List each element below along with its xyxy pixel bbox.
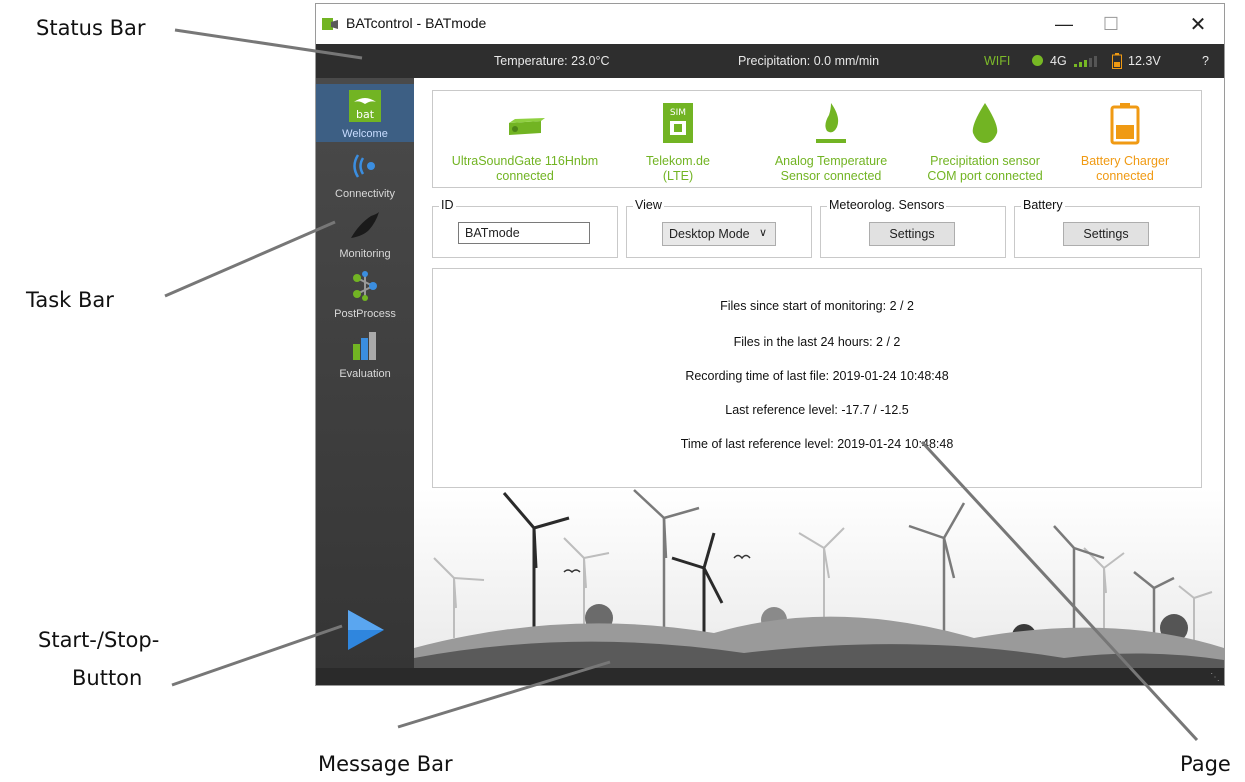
device-line2: connected [496,169,554,183]
view-select-value: Desktop Mode [669,227,750,241]
usb-device-icon [509,118,545,135]
signal-strength-icon [1074,56,1100,70]
bat-silhouette-icon [351,212,379,238]
task-monitoring[interactable]: Monitoring [316,204,414,262]
temperature-readout: Temperature: 23.0°C [494,54,610,68]
chevron-down-icon: ∨ [758,227,767,239]
task-label: Evaluation [339,368,391,380]
temperature-sensor-icon [816,103,846,143]
help-button[interactable]: ? [1202,54,1209,68]
sim-card-icon: SIM [663,103,693,143]
battery-status-icon [1112,53,1122,72]
time-last-reference-level: Time of last reference level: 2019-01-24… [680,437,954,451]
task-evaluation[interactable]: Evaluation [316,324,414,382]
id-field[interactable]: BATmode [458,222,590,244]
view-label: View [633,198,664,212]
bat-logo-icon: bat [349,90,381,122]
battery-group: Battery Settings [1014,198,1200,258]
device-line1: Battery Charger [1080,154,1170,168]
annotation-start-stop-line1: Start-/Stop- [38,628,160,652]
wifi-status: WIFI [984,54,1011,68]
app-logo-icon [322,18,338,30]
files-last-24h: Files in the last 24 hours: 2 / 2 [733,335,901,349]
device-ultrasoundgate: UltraSoundGate 116Hnbm connected [445,91,605,187]
id-group: ID BATmode [432,198,618,258]
battery-icon [1110,103,1140,145]
rain-drop-icon [972,103,998,143]
precipitation-readout: Precipitation: 0.0 mm/min [738,54,880,68]
task-welcome[interactable]: bat Welcome [316,84,414,142]
close-button[interactable]: ✕ [1175,4,1221,44]
task-label: Welcome [342,128,388,140]
title-bar: BATcontrol - BATmode — ☐ ✕ [316,4,1224,44]
device-line1: Precipitation sensor [930,154,1040,168]
start-stop-button[interactable] [346,608,386,652]
meteo-settings-button[interactable]: Settings [869,222,955,246]
annotation-page: Page [1180,752,1231,776]
files-since-start: Files since start of monitoring: 2 / 2 [720,299,914,313]
app-window: BATcontrol - BATmode — ☐ ✕ Temperature: … [316,4,1224,685]
view-select[interactable]: Desktop Mode ∨ [662,222,776,246]
network-type: 4G [1050,54,1067,68]
last-reference-level: Last reference level: -17.7 / -12.5 [725,403,909,417]
monitoring-info-panel: Files since start of monitoring: 2 / 2 F… [432,268,1202,488]
recording-time-last-file: Recording time of last file: 2019-01-24 … [685,369,949,383]
task-connectivity[interactable]: Connectivity [316,144,414,202]
annotation-task-bar: Task Bar [26,288,114,312]
maximize-button[interactable]: ☐ [1088,4,1134,44]
svg-text:bat: bat [356,108,375,121]
annotation-status-bar: Status Bar [36,16,146,40]
task-bar: bat Welcome Connectivity Monitoring Post… [316,78,414,668]
minimize-icon: — [1055,13,1073,34]
task-bar-pointer [164,220,336,298]
device-line1: Analog Temperature [774,154,888,168]
device-temperature-sensor: Analog Temperature Sensor connected [751,91,911,187]
device-telekom: SIM Telekom.de (LTE) [598,91,758,187]
device-line2: Sensor connected [780,169,882,183]
device-line2: connected [1096,169,1154,183]
device-line2: (LTE) [662,169,694,183]
meteo-sensors-label: Meteorolog. Sensors [827,198,947,212]
status-bar: Temperature: 23.0°C Precipitation: 0.0 m… [316,44,1224,78]
battery-label: Battery [1021,198,1065,212]
molecule-icon [353,271,377,301]
voltage-readout: 12.3V [1128,54,1161,68]
resize-grip-icon[interactable]: ⋱ [1210,672,1220,683]
id-label: ID [439,198,456,212]
connection-dot-icon [1032,55,1043,66]
device-status-panel: UltraSoundGate 116Hnbm connected SIM Tel… [432,90,1202,188]
task-label: Connectivity [335,188,395,200]
annotation-start-stop-line2: Button [72,666,143,690]
bar-chart-icon [353,332,376,360]
device-line1: UltraSoundGate 116Hnbm [451,154,599,168]
page: UltraSoundGate 116Hnbm connected SIM Tel… [414,78,1224,668]
battery-settings-button[interactable]: Settings [1063,222,1149,246]
device-line2: COM port connected [927,169,1043,183]
device-line1: Telekom.de [646,154,710,168]
task-postprocess[interactable]: PostProcess [316,264,414,322]
window-title: BATcontrol - BATmode [346,15,487,31]
message-bar: ⋱ [316,668,1224,685]
svg-text:SIM: SIM [670,108,686,118]
task-label: Monitoring [339,248,391,260]
task-label: PostProcess [334,308,396,320]
wireless-icon [353,154,375,178]
annotation-message-bar: Message Bar [318,752,453,776]
device-precipitation-sensor: Precipitation sensor COM port connected [905,91,1065,187]
wind-farm-illustration [414,488,1224,668]
device-battery-charger: Battery Charger connected [1045,91,1205,187]
maximize-icon: ☐ [1102,13,1120,34]
close-icon: ✕ [1189,13,1207,36]
view-group: View Desktop Mode ∨ [626,198,812,258]
minimize-button[interactable]: — [1041,4,1087,44]
meteo-sensors-group: Meteorolog. Sensors Settings [820,198,1006,258]
